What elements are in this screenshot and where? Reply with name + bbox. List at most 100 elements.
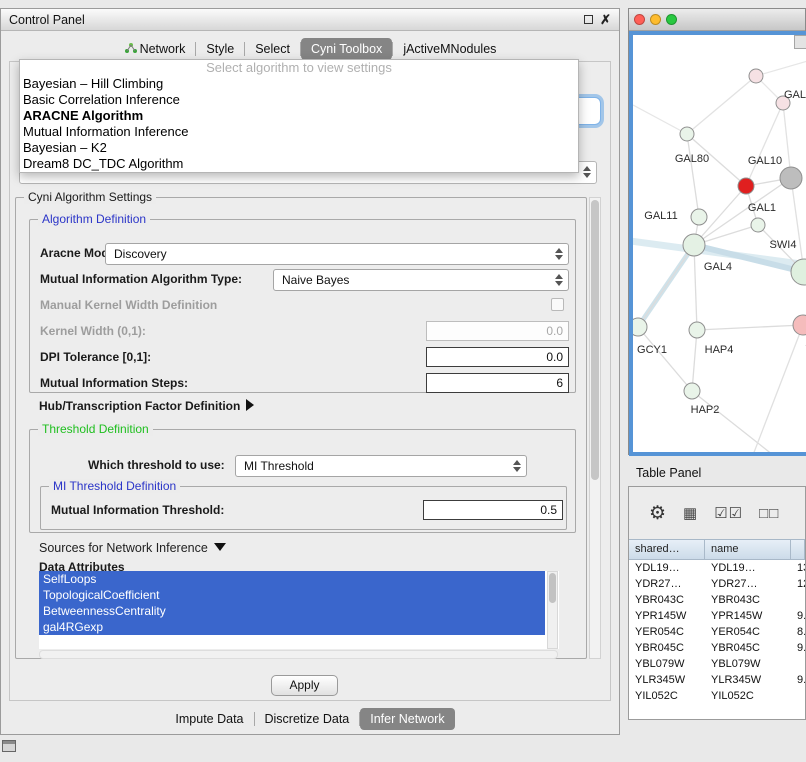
network-node[interactable] [689, 322, 705, 338]
mi-threshold-group: MI Threshold Definition Mutual Informati… [40, 486, 567, 530]
network-node[interactable] [793, 315, 806, 335]
table-cell: YDR27… [705, 576, 791, 592]
network-edge[interactable] [791, 178, 804, 272]
scrollbar-thumb[interactable] [549, 573, 556, 603]
network-node[interactable] [691, 209, 707, 225]
tab-network[interactable]: Network [114, 38, 196, 61]
network-edge[interactable] [692, 391, 773, 455]
minimize-traffic-light-icon[interactable] [650, 14, 661, 25]
canvas-corner-widget[interactable] [794, 35, 806, 49]
aracne-mode-select[interactable]: Discovery [105, 243, 569, 265]
attributes-list-scrollbar[interactable] [547, 571, 558, 649]
algorithm-option[interactable]: Bayesian – Hill Climbing [20, 76, 578, 92]
table-row[interactable]: YBR043CYBR043C [629, 592, 805, 608]
apply-button[interactable]: Apply [271, 675, 338, 696]
which-threshold-select[interactable]: MI Threshold [235, 455, 527, 477]
data-attribute-item[interactable]: gal4RGexp [39, 619, 545, 635]
scrollbar-thumb[interactable] [591, 200, 599, 480]
network-node[interactable] [633, 318, 647, 336]
table-cell: YPR145W [629, 608, 705, 624]
table-body: YDL19…YDL19…13YDR27…YDR27…12YBR043CYBR04… [629, 560, 805, 719]
hub-section-toggle[interactable]: Hub/Transcription Factor Definition [39, 399, 254, 413]
table-panel-window: ⚙▦☑☑□□ shared…name YDL19…YDL19…13YDR27…Y… [628, 486, 806, 720]
data-attribute-item[interactable]: TopologicalCoefficient [39, 587, 545, 603]
algorithm-option[interactable]: ARACNE Algorithm [20, 108, 578, 124]
settings-gear-icon[interactable]: ⚙ [649, 502, 667, 525]
manual-kernel-checkbox[interactable] [551, 298, 564, 311]
combo-arrows-icon [513, 460, 521, 472]
network-edge[interactable] [633, 105, 687, 134]
tab-impute-data[interactable]: Impute Data [165, 708, 253, 730]
column-header[interactable] [791, 540, 805, 559]
column-header[interactable]: shared… [629, 540, 705, 559]
tab-infer-network[interactable]: Infer Network [360, 708, 454, 730]
table-row[interactable]: YDR27…YDR27…12 [629, 576, 805, 592]
mi-threshold-field[interactable]: 0.5 [423, 500, 563, 520]
tab-cyni-toolbox[interactable]: Cyni Toolbox [301, 38, 392, 60]
network-edge[interactable] [687, 134, 699, 217]
column-header[interactable]: name [705, 540, 791, 559]
table-row[interactable]: YER054CYER054C8. [629, 624, 805, 640]
minimized-panel-icon[interactable] [2, 740, 16, 752]
window-title: Control Panel [9, 13, 85, 27]
algorithm-option[interactable]: Dream8 DC_TDC Algorithm [20, 156, 578, 172]
select-all-checks-icon[interactable]: ☑☑ [714, 504, 743, 522]
group-title: MI Threshold Definition [49, 479, 180, 493]
data-attributes-list[interactable]: SelfLoopsTopologicalCoefficientBetweenne… [39, 571, 559, 649]
control-panel-titlebar[interactable]: Control Panel ✗ [1, 9, 619, 31]
close-traffic-light-icon[interactable] [634, 14, 645, 25]
network-edge[interactable] [753, 325, 803, 455]
network-node[interactable] [780, 167, 802, 189]
table-row[interactable]: YBR045CYBR045C9. [629, 640, 805, 656]
expanded-arrow-icon [214, 543, 226, 551]
algorithm-option[interactable]: Bayesian – K2 [20, 140, 578, 156]
network-edge[interactable] [746, 103, 783, 186]
tab-jactivemnodules[interactable]: jActiveMNodules [393, 38, 506, 60]
network-edge[interactable] [638, 327, 692, 391]
table-row[interactable]: YIL052CYIL052C [629, 688, 805, 704]
close-icon[interactable]: ✗ [600, 13, 611, 26]
mi-type-select[interactable]: Naive Bayes [273, 269, 569, 291]
table-row[interactable]: YLR345WYLR345W9. [629, 672, 805, 688]
table-cell: YDR27… [629, 576, 705, 592]
column-visibility-icon[interactable]: ▦ [683, 504, 698, 522]
data-attribute-item[interactable]: BetweennessCentrality [39, 603, 545, 619]
network-node[interactable] [738, 178, 754, 194]
network-node[interactable] [680, 127, 694, 141]
network-node[interactable] [749, 69, 763, 83]
tab-style[interactable]: Style [196, 38, 244, 60]
tab-discretize-data[interactable]: Discretize Data [255, 708, 360, 730]
sources-section-toggle[interactable]: Sources for Network Inference [39, 541, 226, 555]
network-window-titlebar[interactable] [629, 9, 805, 31]
mi-steps-field[interactable]: 6 [426, 373, 569, 393]
network-edge[interactable] [756, 60, 806, 76]
kernel-width-field[interactable]: 0.0 [426, 321, 569, 341]
algorithm-option[interactable]: Basic Correlation Inference [20, 92, 578, 108]
network-edge[interactable] [687, 76, 756, 134]
group-title: Algorithm Definition [38, 212, 150, 226]
table-cell [791, 688, 805, 704]
network-canvas[interactable]: GALGAL80GAL10GAL11GAL1SWI4GAL4GCY1HAP4YH… [629, 31, 806, 456]
network-node[interactable] [683, 234, 705, 256]
dpi-tolerance-field[interactable]: 0.0 [426, 347, 569, 367]
network-edge[interactable] [697, 325, 803, 330]
network-edge[interactable] [692, 330, 697, 391]
data-attribute-item[interactable]: SelfLoops [39, 571, 545, 587]
network-node[interactable] [751, 218, 765, 232]
network-node[interactable] [684, 383, 700, 399]
network-edge[interactable] [638, 245, 694, 327]
table-row[interactable]: YDL19…YDL19…13 [629, 560, 805, 576]
table-cell: YIL052C [629, 688, 705, 704]
attributes-horizontal-scrollbar[interactable] [39, 650, 558, 659]
table-row[interactable]: YBL079WYBL079W [629, 656, 805, 672]
algorithm-option[interactable]: Mutual Information Inference [20, 124, 578, 140]
network-edge[interactable] [694, 245, 697, 330]
table-cell: YBR045C [705, 640, 791, 656]
zoom-traffic-light-icon[interactable] [666, 14, 677, 25]
float-window-icon[interactable] [584, 15, 593, 24]
tab-select[interactable]: Select [245, 38, 300, 60]
mi-type-label: Mutual Information Algorithm Type: [40, 272, 242, 286]
table-row[interactable]: YPR145WYPR145W9. [629, 608, 805, 624]
deselect-all-boxes-icon[interactable]: □□ [759, 505, 779, 522]
settings-scrollbar[interactable] [589, 197, 601, 659]
